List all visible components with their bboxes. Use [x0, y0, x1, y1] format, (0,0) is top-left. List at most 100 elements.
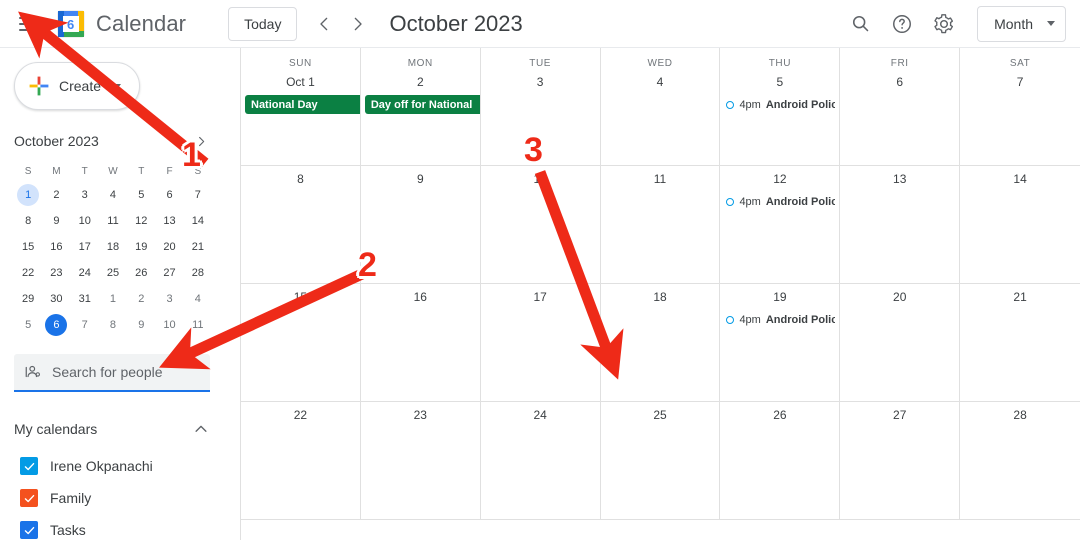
day-cell-3[interactable]: TUE 3: [480, 48, 601, 166]
mini-day-9[interactable]: 9: [127, 312, 155, 338]
calendar-checkbox[interactable]: [20, 521, 38, 539]
mini-day-10[interactable]: 10: [71, 208, 99, 234]
day-number[interactable]: 26: [720, 402, 839, 422]
day-cell-oct-1[interactable]: SUN Oct 1 National Day: [241, 48, 361, 166]
day-number[interactable]: 22: [241, 402, 360, 422]
day-number[interactable]: 25: [601, 402, 720, 422]
day-number[interactable]: 4: [601, 69, 720, 89]
mini-day-11[interactable]: 11: [99, 208, 127, 234]
day-cell-12[interactable]: 12 4pm Android Police: [720, 166, 841, 284]
day-cell-8[interactable]: 8: [241, 166, 361, 284]
mini-day-2[interactable]: 2: [127, 286, 155, 312]
mini-day-9[interactable]: 9: [42, 208, 70, 234]
day-cell-7[interactable]: SAT 7: [960, 48, 1080, 166]
mini-day-28[interactable]: 28: [184, 260, 212, 286]
timed-event[interactable]: 4pm Android Police: [724, 192, 835, 211]
day-cell-16[interactable]: 16: [360, 284, 481, 402]
calendar-list-item[interactable]: Irene Okpanachi: [0, 450, 240, 482]
mini-day-20[interactable]: 20: [155, 234, 183, 260]
day-number[interactable]: 7: [960, 69, 1080, 89]
google-calendar-logo[interactable]: 6: [54, 7, 88, 41]
day-cell-5[interactable]: THU5 4pm Android Police: [720, 48, 841, 166]
chevron-up-icon[interactable]: [192, 420, 210, 438]
mini-day-6[interactable]: 6: [155, 182, 183, 208]
day-number[interactable]: 14: [960, 166, 1080, 186]
mini-day-12[interactable]: 12: [127, 208, 155, 234]
mini-day-13[interactable]: 13: [155, 208, 183, 234]
people-search-field[interactable]: Search for people: [14, 354, 210, 392]
day-number[interactable]: 2: [361, 69, 480, 89]
today-button[interactable]: Today: [228, 6, 298, 41]
mini-day-5[interactable]: 5: [14, 312, 42, 338]
day-cell-27[interactable]: 27: [840, 402, 961, 520]
day-number[interactable]: 12: [720, 166, 839, 186]
day-cell-10[interactable]: 10: [480, 166, 601, 284]
day-number[interactable]: 24: [481, 402, 600, 422]
mini-day-4[interactable]: 4: [99, 182, 127, 208]
day-cell-13[interactable]: 13: [840, 166, 961, 284]
day-cell-9[interactable]: 9: [360, 166, 481, 284]
mini-day-5[interactable]: 5: [127, 182, 155, 208]
mini-day-10[interactable]: 10: [155, 312, 183, 338]
help-button[interactable]: [883, 5, 921, 43]
all-day-event-chip[interactable]: Day off for National: [364, 95, 480, 114]
day-cell-26[interactable]: 26: [720, 402, 841, 520]
day-cell-17[interactable]: 17: [480, 284, 601, 402]
day-cell-25[interactable]: 25: [600, 402, 721, 520]
day-number[interactable]: 28: [960, 402, 1080, 422]
day-number[interactable]: 10: [481, 166, 600, 186]
day-number[interactable]: 18: [601, 284, 720, 304]
day-cell-28[interactable]: 28: [960, 402, 1080, 520]
mini-day-1[interactable]: 1: [99, 286, 127, 312]
timed-event[interactable]: 4pm Android Police: [724, 310, 835, 329]
day-cell-22[interactable]: 22: [241, 402, 361, 520]
day-number[interactable]: 11: [601, 166, 720, 186]
day-cell-15[interactable]: 15: [241, 284, 361, 402]
day-number[interactable]: Oct 1: [241, 69, 360, 89]
mini-day-11[interactable]: 11: [184, 312, 212, 338]
mini-day-26[interactable]: 26: [127, 260, 155, 286]
next-period-button[interactable]: [341, 7, 375, 41]
hamburger-menu-icon[interactable]: [8, 4, 48, 44]
day-number[interactable]: 27: [840, 402, 959, 422]
day-number[interactable]: 20: [840, 284, 959, 304]
day-number[interactable]: 19: [720, 284, 839, 304]
calendar-checkbox[interactable]: [20, 489, 38, 507]
day-number[interactable]: 17: [481, 284, 600, 304]
mini-day-17[interactable]: 17: [71, 234, 99, 260]
day-number[interactable]: 16: [361, 284, 480, 304]
day-number[interactable]: 23: [361, 402, 480, 422]
mini-day-23[interactable]: 23: [42, 260, 70, 286]
mini-day-7[interactable]: 7: [71, 312, 99, 338]
day-cell-18[interactable]: 18: [600, 284, 721, 402]
day-number[interactable]: 6: [840, 69, 959, 89]
my-calendars-header[interactable]: My calendars: [14, 414, 210, 444]
day-number[interactable]: 5: [720, 69, 839, 89]
mini-day-18[interactable]: 18: [99, 234, 127, 260]
day-number[interactable]: 9: [361, 166, 480, 186]
day-cell-2[interactable]: MON 2 Day off for National: [360, 48, 481, 166]
previous-period-button[interactable]: [307, 7, 341, 41]
day-cell-23[interactable]: 23: [360, 402, 481, 520]
day-cell-14[interactable]: 14: [960, 166, 1080, 284]
mini-day-27[interactable]: 27: [155, 260, 183, 286]
timed-event[interactable]: 4pm Android Police: [724, 95, 835, 114]
mini-day-14[interactable]: 14: [184, 208, 212, 234]
mini-day-15[interactable]: 15: [14, 234, 42, 260]
mini-day-21[interactable]: 21: [184, 234, 212, 260]
day-number[interactable]: 21: [960, 284, 1080, 304]
mini-day-3[interactable]: 3: [155, 286, 183, 312]
day-cell-24[interactable]: 24: [480, 402, 601, 520]
search-button[interactable]: [841, 5, 879, 43]
day-cell-21[interactable]: 21: [960, 284, 1080, 402]
day-number[interactable]: 3: [481, 69, 600, 89]
mini-day-2[interactable]: 2: [42, 182, 70, 208]
mini-day-7[interactable]: 7: [184, 182, 212, 208]
day-cell-11[interactable]: 11: [600, 166, 721, 284]
calendar-list-item[interactable]: Family: [0, 482, 240, 514]
mini-next-month-button[interactable]: [190, 130, 212, 152]
mini-day-3[interactable]: 3: [71, 182, 99, 208]
mini-day-30[interactable]: 30: [42, 286, 70, 312]
mini-day-8[interactable]: 8: [14, 208, 42, 234]
day-number[interactable]: 8: [241, 166, 360, 186]
